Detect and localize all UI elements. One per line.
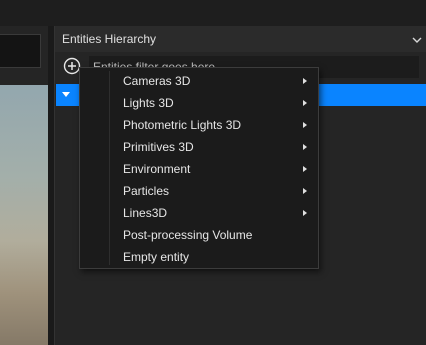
menu-item-label: Cameras 3D xyxy=(123,74,191,88)
scene-viewport[interactable] xyxy=(0,85,48,345)
menu-item-label: Environment xyxy=(123,162,191,176)
triangle-right-icon xyxy=(303,188,307,194)
triangle-right-icon xyxy=(303,100,307,106)
triangle-right-icon xyxy=(303,122,307,128)
menu-item-primitives-3d[interactable]: Primitives 3D xyxy=(81,136,317,158)
chevron-down-icon[interactable] xyxy=(411,33,423,45)
triangle-right-icon xyxy=(303,144,307,150)
menu-item-particles[interactable]: Particles xyxy=(81,180,317,202)
viewport-toolbar[interactable] xyxy=(0,34,41,68)
menu-item-label: Empty entity xyxy=(123,250,190,264)
menu-item-post-processing-volume[interactable]: Post-processing Volume xyxy=(81,224,317,246)
add-entity-context-menu: Cameras 3D Lights 3D Photometric Lights … xyxy=(79,67,319,269)
menu-item-label: Photometric Lights 3D xyxy=(123,118,242,132)
triangle-right-icon xyxy=(303,78,307,84)
triangle-right-icon xyxy=(303,210,307,216)
menu-item-label: Post-processing Volume xyxy=(123,228,253,242)
triangle-right-icon xyxy=(303,166,307,172)
editor-window: Entities Hierarchy Camer xyxy=(0,0,426,345)
menu-item-environment[interactable]: Environment xyxy=(81,158,317,180)
menu-item-label: Lines3D xyxy=(123,206,168,220)
panel-title: Entities Hierarchy xyxy=(62,32,157,46)
menu-item-label: Particles xyxy=(123,184,170,198)
menu-item-cameras-3d[interactable]: Cameras 3D xyxy=(81,70,317,92)
panel-header: Entities Hierarchy xyxy=(55,26,426,52)
menu-item-empty-entity[interactable]: Empty entity xyxy=(81,246,317,268)
menu-item-label: Lights 3D xyxy=(123,96,174,110)
triangle-down-icon[interactable] xyxy=(62,92,70,97)
menu-item-lights-3d[interactable]: Lights 3D xyxy=(81,92,317,114)
menu-item-photometric-lights-3d[interactable]: Photometric Lights 3D xyxy=(81,114,317,136)
menu-item-label: Primitives 3D xyxy=(123,140,194,154)
scene-viewport-panel xyxy=(0,26,48,345)
menu-item-lines3d[interactable]: Lines3D xyxy=(81,202,317,224)
